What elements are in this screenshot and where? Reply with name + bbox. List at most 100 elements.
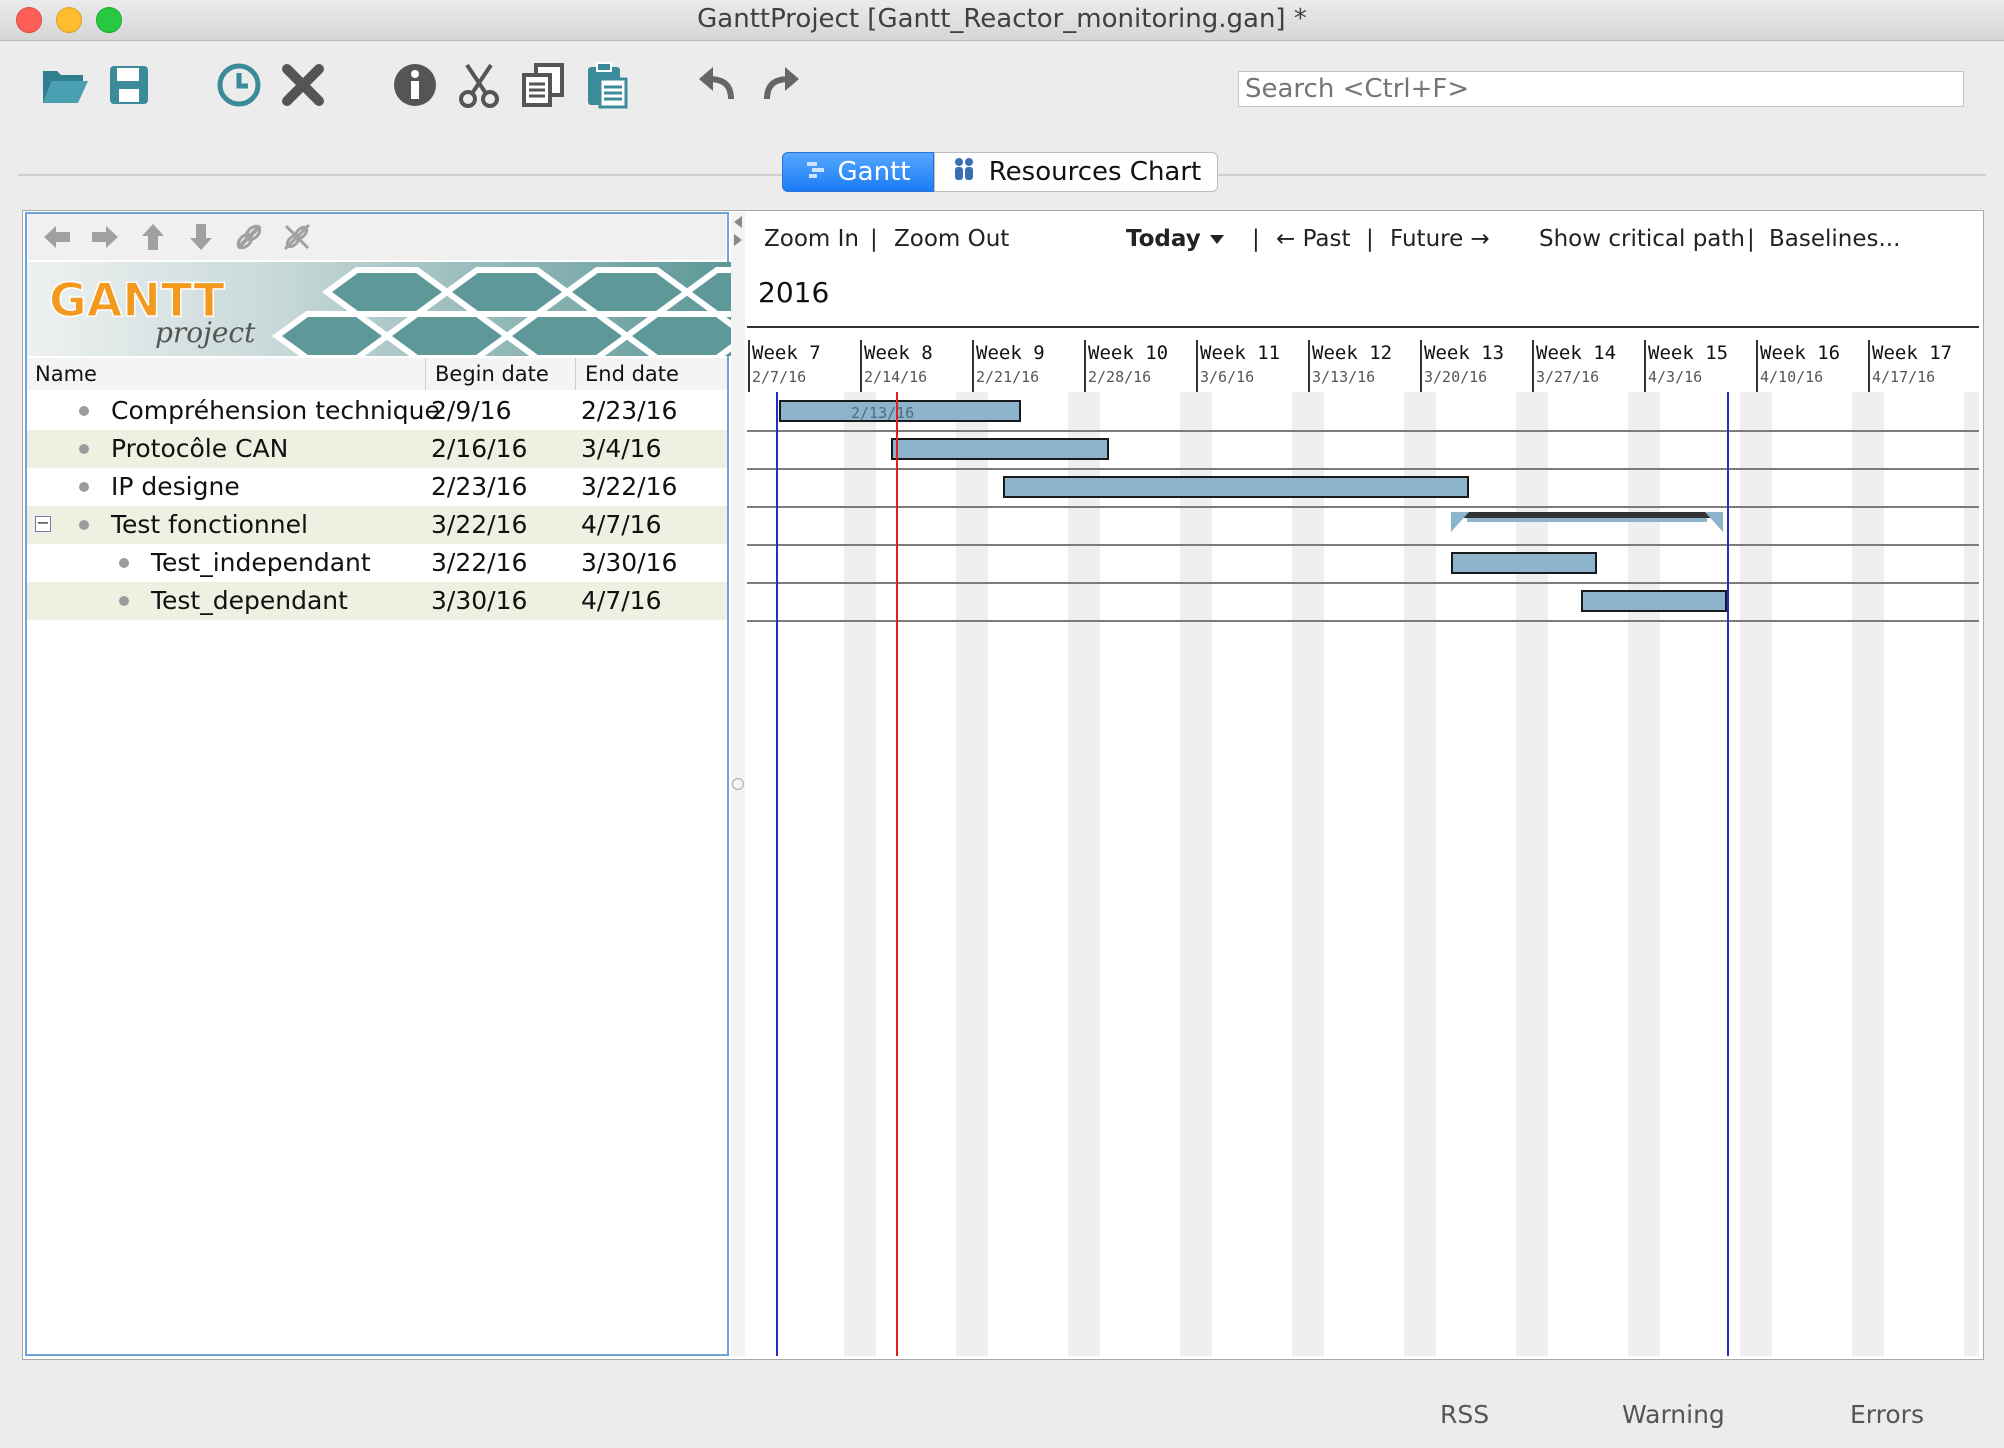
zoom-out-button[interactable]: Zoom Out xyxy=(894,226,1009,252)
title-bar: GanttProject [Gantt_Reactor_monitoring.g… xyxy=(0,0,2004,41)
column-header-name[interactable]: Name xyxy=(35,362,97,386)
logo-project-text: project xyxy=(155,316,256,349)
row-separator xyxy=(747,620,1979,622)
move-up-arrow-icon[interactable] xyxy=(138,222,168,252)
task-row[interactable]: IP designe 2/23/16 3/22/16 xyxy=(27,468,727,506)
week-column: Week 17 4/17/16 xyxy=(1868,340,1980,392)
past-button[interactable]: ← Past xyxy=(1276,226,1351,252)
task-name: Compréhension technique xyxy=(111,396,440,425)
chevron-down-icon[interactable] xyxy=(1209,234,1225,246)
rss-link[interactable]: RSS xyxy=(1440,1400,1489,1429)
task-row[interactable]: Protocôle CAN 2/16/16 3/4/16 xyxy=(27,430,727,468)
today-dropdown[interactable]: Today xyxy=(1126,226,1201,252)
week-date: 3/27/16 xyxy=(1536,368,1600,386)
task-end-date: 3/4/16 xyxy=(581,434,662,463)
week-column: Week 10 2/28/16 xyxy=(1084,340,1198,392)
indent-arrow-right-icon[interactable] xyxy=(90,222,120,252)
task-row[interactable]: − Test fonctionnel 3/22/16 4/7/16 xyxy=(27,506,727,544)
errors-link[interactable]: Errors xyxy=(1850,1400,1924,1429)
splitter-handle[interactable] xyxy=(732,778,744,790)
info-icon[interactable] xyxy=(386,56,444,114)
toolbar-separator: | xyxy=(870,226,878,252)
task-end-date: 3/30/16 xyxy=(581,548,678,577)
gantt-chart-area[interactable]: 2/13/16 xyxy=(747,392,1979,1356)
column-header-begin-date[interactable]: Begin date xyxy=(435,362,549,386)
task-name: Test fonctionnel xyxy=(111,510,308,539)
task-row[interactable]: Test_independant 3/22/16 3/30/16 xyxy=(27,544,727,582)
timeline-year: 2016 xyxy=(758,276,830,309)
unindent-arrow-left-icon[interactable] xyxy=(42,222,72,252)
copy-icon[interactable] xyxy=(514,56,572,114)
task-bar[interactable] xyxy=(1581,590,1727,612)
week-date: 4/10/16 xyxy=(1760,368,1824,386)
task-begin-date: 2/16/16 xyxy=(431,434,528,463)
splitter-arrows-icon[interactable] xyxy=(732,214,744,250)
week-column: Week 7 2/7/16 xyxy=(748,340,862,392)
today-line xyxy=(896,392,898,1356)
week-column: Week 8 2/14/16 xyxy=(860,340,974,392)
chart-toolbar: Zoom In | Zoom Out Today | ← Past | Futu… xyxy=(747,214,1981,262)
weekend-band xyxy=(1740,392,1772,1356)
column-header-end-date[interactable]: End date xyxy=(585,362,679,386)
tab-gantt[interactable]: Gantt xyxy=(782,152,934,192)
task-bar[interactable]: 2/13/16 xyxy=(779,400,1021,422)
weekend-band xyxy=(1964,392,1979,1356)
link-icon[interactable] xyxy=(234,222,264,252)
task-bullet-icon xyxy=(79,520,89,530)
weekend-band xyxy=(844,392,876,1356)
paste-icon[interactable] xyxy=(578,56,636,114)
row-separator xyxy=(747,468,1979,470)
column-divider xyxy=(425,358,426,390)
zoom-in-button[interactable]: Zoom In xyxy=(764,226,859,252)
weekend-band xyxy=(1404,392,1436,1356)
window-title: GanttProject [Gantt_Reactor_monitoring.g… xyxy=(697,4,1307,34)
unlink-icon[interactable] xyxy=(282,222,312,252)
search-input[interactable] xyxy=(1238,71,1964,107)
week-label: Week 13 xyxy=(1424,342,1505,364)
task-begin-date: 2/9/16 xyxy=(431,396,512,425)
week-label: Week 15 xyxy=(1648,342,1729,364)
weekend-band xyxy=(1068,392,1100,1356)
weekend-band xyxy=(1516,392,1548,1356)
task-bullet-icon xyxy=(119,558,129,568)
task-bar[interactable] xyxy=(1451,552,1597,574)
history-clock-icon[interactable] xyxy=(210,56,268,114)
task-bullet-icon xyxy=(79,482,89,492)
task-end-date: 2/23/16 xyxy=(581,396,678,425)
show-critical-path-button[interactable]: Show critical path xyxy=(1539,226,1745,252)
collapse-toggle[interactable]: − xyxy=(35,515,51,532)
cut-scissors-icon[interactable] xyxy=(450,56,508,114)
week-label: Week 8 xyxy=(864,342,933,364)
baselines-button[interactable]: Baselines... xyxy=(1769,226,1900,252)
redo-icon[interactable] xyxy=(752,56,810,114)
warning-link[interactable]: Warning xyxy=(1622,1400,1725,1429)
week-column: Week 13 3/20/16 xyxy=(1420,340,1534,392)
task-bullet-icon xyxy=(79,406,89,416)
task-row[interactable]: Compréhension technique 2/9/16 2/23/16 xyxy=(27,392,727,430)
row-separator xyxy=(747,544,1979,546)
move-down-arrow-icon[interactable] xyxy=(186,222,216,252)
save-icon[interactable] xyxy=(100,56,158,114)
task-row[interactable]: Test_dependant 3/30/16 4/7/16 xyxy=(27,582,727,620)
week-label: Week 16 xyxy=(1760,342,1841,364)
week-label: Week 9 xyxy=(976,342,1045,364)
open-folder-icon[interactable] xyxy=(36,56,94,114)
task-begin-date: 3/22/16 xyxy=(431,510,528,539)
week-date: 2/7/16 xyxy=(752,368,807,386)
future-button[interactable]: Future → xyxy=(1390,226,1490,252)
row-separator xyxy=(747,506,1979,508)
task-bullet-icon xyxy=(79,444,89,454)
tab-gantt-label: Gantt xyxy=(837,157,911,187)
task-begin-date: 3/30/16 xyxy=(431,586,528,615)
panel-splitter[interactable] xyxy=(731,212,745,1356)
tab-resources-chart[interactable]: Resources Chart xyxy=(934,152,1218,192)
summary-task-bar[interactable] xyxy=(1451,512,1723,534)
undo-icon[interactable] xyxy=(688,56,746,114)
task-end-date: 4/7/16 xyxy=(581,586,662,615)
task-name: IP designe xyxy=(111,472,240,501)
delete-icon[interactable] xyxy=(274,56,332,114)
week-label: Week 10 xyxy=(1088,342,1169,364)
gantt-tab-icon xyxy=(806,157,828,187)
task-bar[interactable] xyxy=(1003,476,1469,498)
task-bar[interactable] xyxy=(891,438,1109,460)
